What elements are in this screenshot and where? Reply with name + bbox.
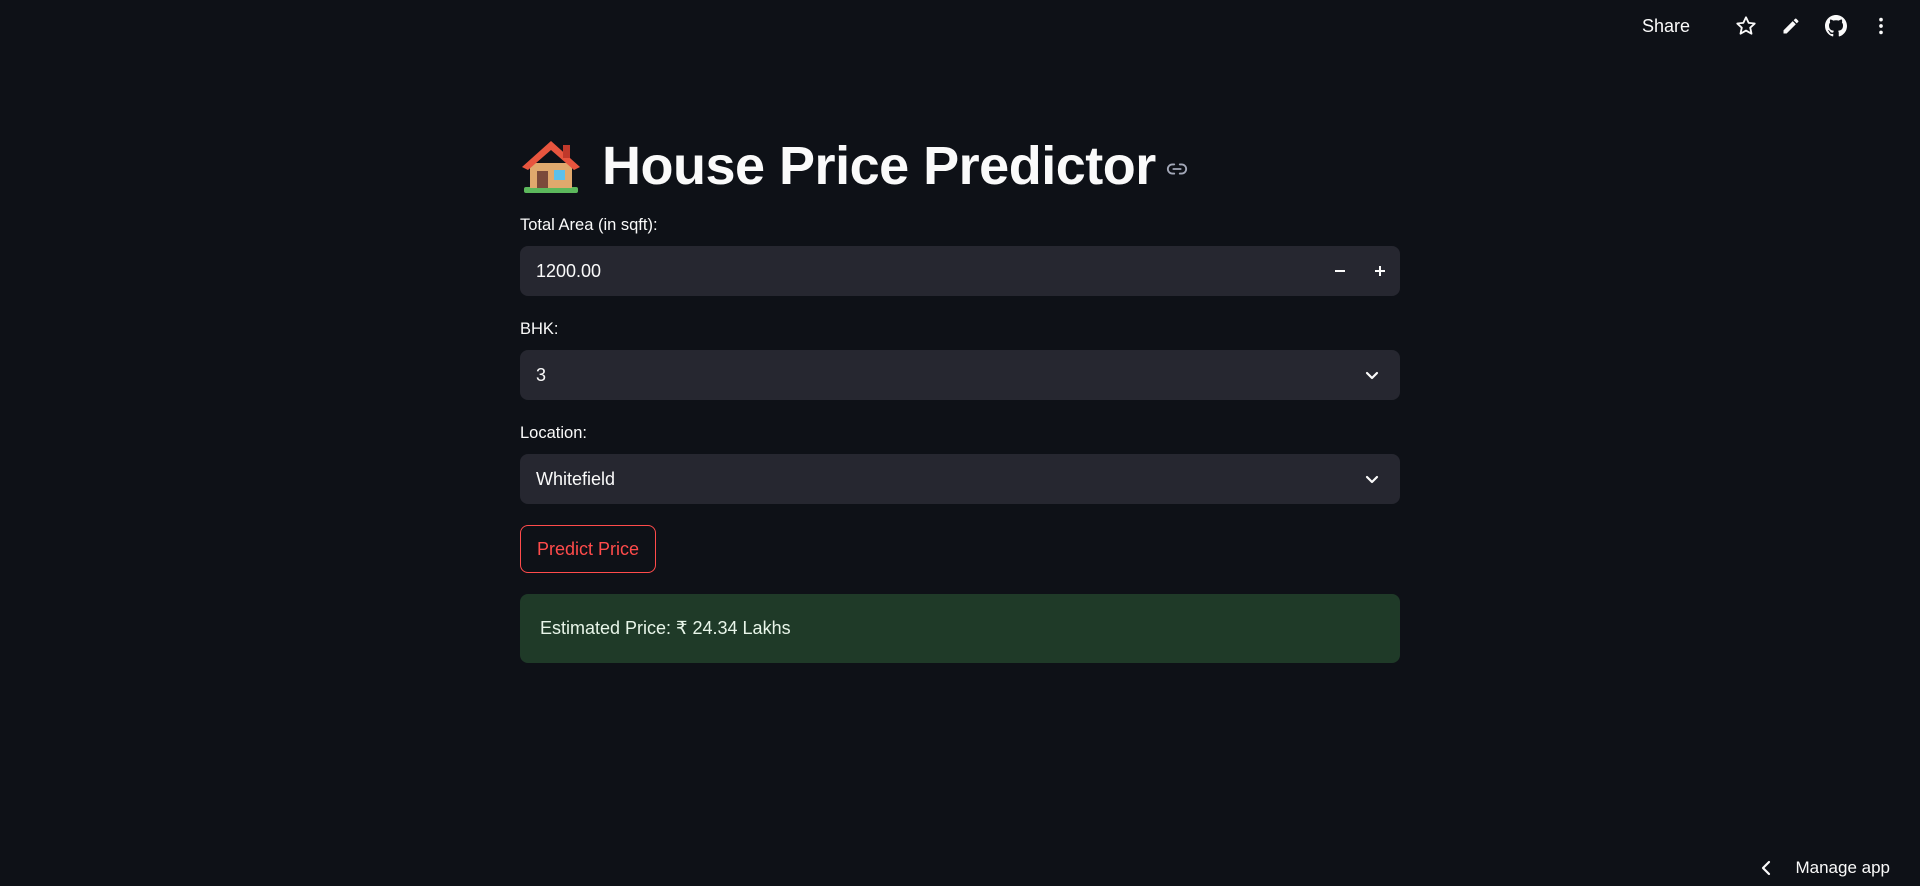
location-select[interactable]: Whitefield (520, 454, 1400, 504)
location-field-group: Location: Whitefield (520, 424, 1400, 504)
title-row: House Price Predictor (520, 130, 1400, 202)
chevron-left-icon (1759, 859, 1777, 877)
area-input[interactable]: 1200.00 (520, 261, 1320, 282)
share-button[interactable]: Share (1642, 16, 1690, 37)
area-number-input: 1200.00 (520, 246, 1400, 296)
increment-button[interactable] (1360, 246, 1400, 296)
bhk-label: BHK: (520, 320, 559, 338)
predict-price-button[interactable]: Predict Price (520, 525, 657, 573)
more-vertical-icon[interactable] (1870, 15, 1892, 37)
house-icon (520, 137, 582, 195)
manage-app-button[interactable]: Manage app (1759, 850, 1890, 886)
star-icon[interactable] (1735, 15, 1757, 37)
link-icon[interactable] (1166, 158, 1188, 180)
estimated-price-text: Estimated Price: ₹ 24.34 Lakhs (540, 618, 791, 638)
bhk-field-group: BHK: 3 (520, 320, 1400, 400)
chevron-down-icon (1360, 467, 1384, 491)
main-content: House Price Predictor Total Area (in sqf… (520, 130, 1400, 663)
location-select-value: Whitefield (536, 468, 616, 489)
area-field-group: Total Area (in sqft): 1200.00 (520, 216, 1400, 296)
page-title: House Price Predictor (602, 136, 1156, 196)
bhk-select[interactable]: 3 (520, 350, 1400, 400)
bhk-select-value: 3 (536, 364, 547, 385)
github-icon[interactable] (1825, 15, 1847, 37)
manage-app-label: Manage app (1795, 858, 1890, 877)
chevron-down-icon (1360, 363, 1384, 387)
location-label: Location: (520, 424, 587, 442)
area-label: Total Area (in sqft): (520, 216, 658, 234)
top-toolbar: Share (1642, 0, 1920, 52)
decrement-button[interactable] (1320, 246, 1360, 296)
success-alert: Estimated Price: ₹ 24.34 Lakhs (520, 594, 1400, 663)
pencil-icon[interactable] (1780, 15, 1802, 37)
